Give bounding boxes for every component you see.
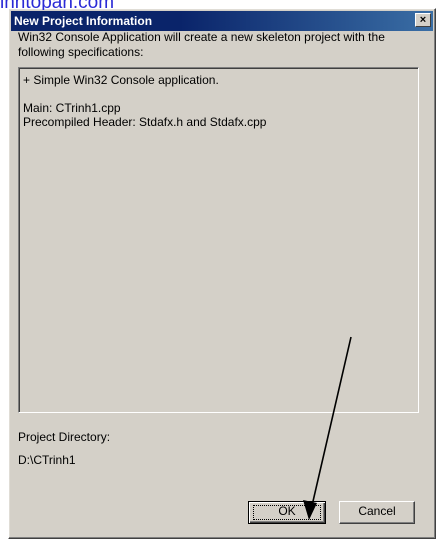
watermark-text: inhtopan.com <box>0 0 114 10</box>
close-icon: × <box>419 14 427 26</box>
title-bar[interactable]: New Project Information × <box>11 11 433 31</box>
info-line-precompiled-header: Precompiled Header: Stdafx.h and Stdafx.… <box>23 115 267 129</box>
dialog-title: New Project Information <box>14 14 153 28</box>
close-button[interactable]: × <box>415 13 431 27</box>
focus-rectangle <box>253 505 321 520</box>
info-line-template-type: + Simple Win32 Console application. <box>23 73 219 87</box>
info-line-spacer <box>23 87 414 101</box>
ok-button[interactable]: OK <box>248 501 326 524</box>
project-directory-label: Project Directory: <box>18 430 111 444</box>
cancel-button-label: Cancel <box>358 504 396 518</box>
info-line-main-file: Main: CTrinh1.cpp <box>23 101 121 115</box>
description-text: Win32 Console Application will create a … <box>18 30 385 59</box>
project-directory-value: D:\CTrinh1 <box>18 453 76 467</box>
cancel-button[interactable]: Cancel <box>339 501 415 524</box>
project-specification-box: + Simple Win32 Console application. Main… <box>18 67 419 413</box>
